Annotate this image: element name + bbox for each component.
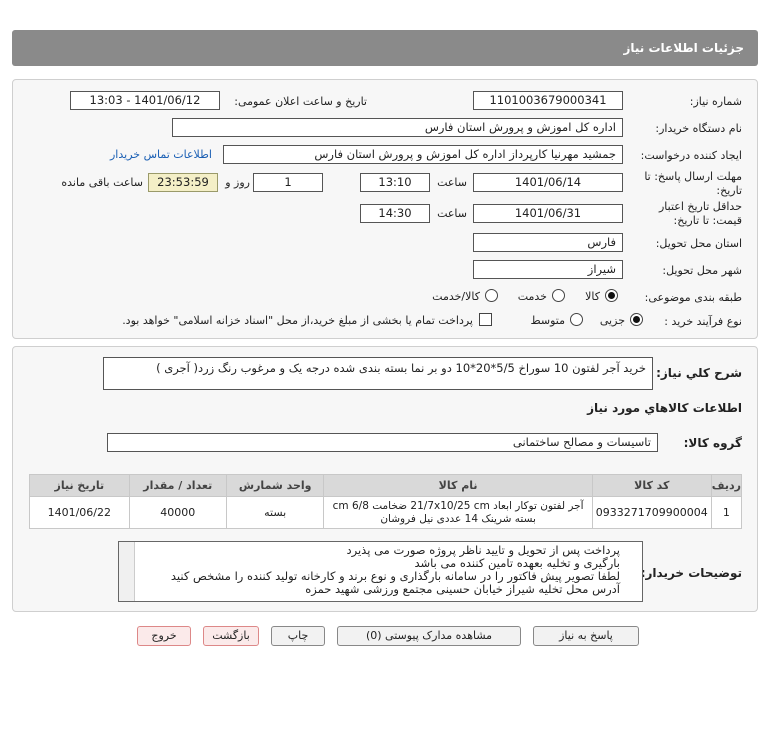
buyer-org-field: اداره کل اموزش و پرورش استان فارس xyxy=(172,118,623,137)
validity-date-field: 1401/06/31 xyxy=(473,204,623,223)
col-qty: تعداد / مقدار xyxy=(128,474,227,497)
category-label: طبقه بندی موضوعی: xyxy=(644,291,742,304)
validity-time-field: 14:30 xyxy=(360,204,430,223)
creator-field: جمشید مهرنیا کارپرداز اداره کل اموزش و پ… xyxy=(223,145,623,164)
col-date: تاریخ نیاز xyxy=(29,474,130,497)
category-radio-goods[interactable] xyxy=(605,289,618,302)
remaining-time-field: 23:53:59 xyxy=(148,173,218,192)
notes-textarea[interactable]: پرداخت پس از تحویل و تایید ناظر پروژه صو… xyxy=(118,541,643,602)
category-option-service: خدمت xyxy=(517,290,547,303)
reply-deadline-label: مهلت ارسال پاسخ: تا تاریخ: xyxy=(644,170,742,197)
need-number-label: شماره نیاز: xyxy=(689,95,742,108)
goods-table-header: ردیف کد کالا نام کالا واحد شمارش تعداد /… xyxy=(29,474,743,497)
goods-table: ردیف کد کالا نام کالا واحد شمارش تعداد /… xyxy=(29,474,743,529)
back-button[interactable]: بازگشت xyxy=(203,626,259,646)
process-label: نوع فرآیند خرید : xyxy=(664,315,742,328)
process-radio-minor[interactable] xyxy=(630,313,643,326)
print-button[interactable]: چاپ xyxy=(271,626,325,646)
goods-group-label: گروه کالا: xyxy=(683,436,742,450)
page-header: جزئیات اطلاعات نیاز xyxy=(12,30,758,66)
category-option-goods-service: کالا/خدمت xyxy=(432,290,480,303)
process-option-minor: جزیی xyxy=(599,314,625,327)
province-field: فارس xyxy=(473,233,623,252)
table-row: 1 0933271709900004 آجر لفتون توکار ابعاد… xyxy=(29,496,743,529)
col-row: ردیف xyxy=(710,474,743,497)
city-label: شهر محل تحویل: xyxy=(662,264,742,277)
goods-section-title: اطلاعات کالاهاي مورد نياز xyxy=(587,401,742,415)
reply-time-field: 13:10 xyxy=(360,173,430,192)
process-radio-medium[interactable] xyxy=(570,313,583,326)
goods-group-field: تاسیسات و مصالح ساختمانی xyxy=(107,433,658,452)
creator-label: ایجاد کننده درخواست: xyxy=(640,149,742,162)
treasury-payment-checkbox[interactable] xyxy=(479,313,492,326)
page-title: جزئیات اطلاعات نیاز xyxy=(623,41,744,55)
col-unit: واحد شمارش xyxy=(225,474,325,497)
summary-label: شرح کلي نياز: xyxy=(656,366,742,380)
attachments-button[interactable]: مشاهده مدارک پیوستی (0) xyxy=(337,626,521,646)
announce-label: تاریخ و ساعت اعلان عمومی: xyxy=(234,95,367,108)
cell-code: 0933271709900004 xyxy=(591,496,712,529)
city-field: شیراز xyxy=(473,260,623,279)
exit-button[interactable]: خروج xyxy=(137,626,191,646)
treasury-payment-note: پرداخت تمام یا بخشی از مبلغ خرید،از محل … xyxy=(122,314,473,327)
buyer-contact-link[interactable]: اطلاعات تماس خریدار xyxy=(110,148,212,161)
buyer-org-label: نام دستگاه خریدار: xyxy=(655,122,742,135)
category-option-goods: کالا xyxy=(585,290,600,303)
category-radio-service[interactable] xyxy=(552,289,565,302)
process-option-medium: متوسط xyxy=(530,314,565,327)
reply-date-field: 1401/06/14 xyxy=(473,173,623,192)
summary-field: خرید آجر لفتون 10 سوراخ 5/5*20*10 دو بر … xyxy=(103,357,653,390)
cell-unit: بسته xyxy=(225,496,325,529)
cell-qty: 40000 xyxy=(128,496,227,529)
notes-line: آدرس محل تخلیه شیراز خیابان حسینی مجتمع … xyxy=(305,582,620,596)
reply-button[interactable]: پاسخ به نیاز xyxy=(533,626,639,646)
days-and-label: روز و xyxy=(225,176,250,189)
cell-date: 1401/06/22 xyxy=(29,496,130,529)
remaining-time-label: ساعت باقی مانده xyxy=(61,176,143,189)
reply-time-label: ساعت xyxy=(437,176,467,189)
cell-name: آجر لفتون توکار ابعاد 21/7x10/25 cm ضخام… xyxy=(323,496,593,529)
cell-row: 1 xyxy=(710,496,743,529)
price-validity-label: حداقل تاریخ اعتبار قیمت: تا تاریخ: xyxy=(658,200,742,227)
need-number-field: 1101003679000341 xyxy=(473,91,623,110)
announce-datetime-field: 1401/06/12 - 13:03 xyxy=(70,91,220,110)
category-radio-goods-service[interactable] xyxy=(485,289,498,302)
notes-label: توضیحات خریدار: xyxy=(640,566,742,580)
province-label: استان محل تحویل: xyxy=(655,237,742,250)
col-name: نام کالا xyxy=(323,474,593,497)
validity-time-label: ساعت xyxy=(437,207,467,220)
days-count-field: 1 xyxy=(253,173,323,192)
col-code: کد کالا xyxy=(591,474,712,497)
notes-scrollbar[interactable] xyxy=(119,542,135,601)
